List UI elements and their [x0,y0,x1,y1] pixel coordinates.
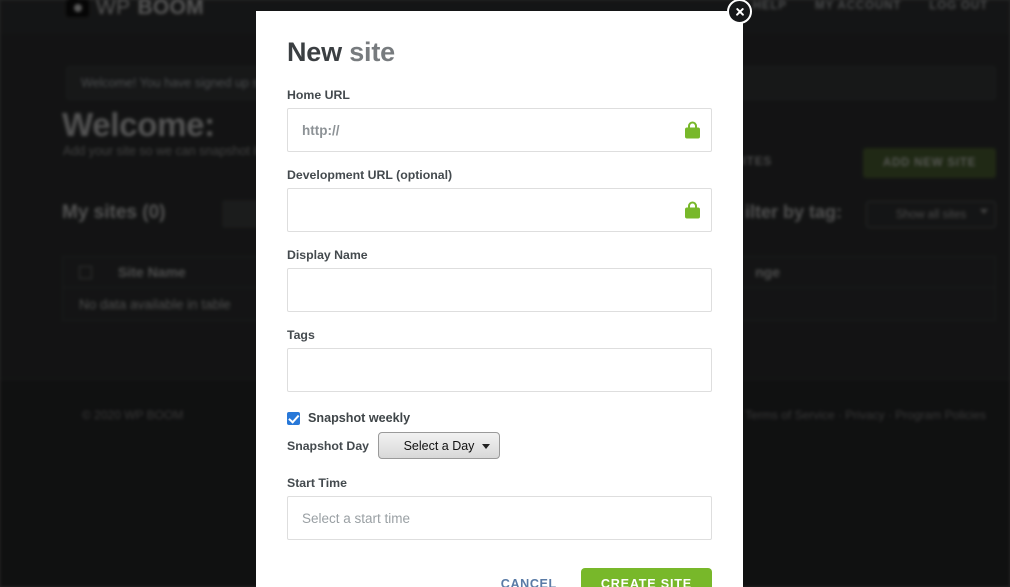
tags-input[interactable] [287,348,712,392]
screen: WP BOOM HELP MY ACCOUNT LOG OUT Welcome!… [0,0,1010,587]
field-development-url: Development URL (optional) [287,168,712,232]
field-home-url: Home URL http:// [287,88,712,152]
tags-label: Tags [287,328,315,342]
home-url-label: Home URL [287,88,350,102]
home-url-input[interactable]: http:// [287,108,712,152]
modal-actions: CANCEL CREATE SITE [287,568,712,587]
snapshot-weekly-row[interactable]: Snapshot weekly [287,411,712,425]
create-site-button[interactable]: CREATE SITE [580,568,712,587]
snapshot-weekly-checkbox[interactable] [287,411,300,425]
snapshot-weekly-label: Snapshot weekly [308,411,411,425]
display-name-input[interactable] [287,268,712,312]
field-tags: Tags [287,328,712,392]
display-name-label: Display Name [287,248,368,262]
start-time-label: Start Time [287,476,347,490]
close-icon[interactable] [727,0,752,24]
development-url-input[interactable] [287,188,712,232]
cancel-button[interactable]: CANCEL [499,573,559,587]
start-time-placeholder: Select a start time [302,510,411,526]
snapshot-day-label: Snapshot Day [287,438,369,453]
lock-icon [685,201,700,219]
field-display-name: Display Name [287,248,712,312]
modal-title-rest: site [349,37,395,67]
start-time-input[interactable]: Select a start time [287,496,712,540]
snapshot-day-select[interactable]: Select a Day [378,432,500,459]
modal-title: New site [287,37,712,68]
field-start-time: Start Time Select a start time [287,476,712,540]
lock-icon [685,121,700,139]
development-url-label: Development URL (optional) [287,168,453,182]
snapshot-day-row: Snapshot Day Select a Day [287,432,712,459]
snapshot-day-value: Select a Day [403,438,475,453]
new-site-modal: New site Home URL http:// Development UR… [256,11,743,587]
chevron-down-icon [482,444,490,449]
modal-title-bold: New [287,37,342,67]
home-url-placeholder: http:// [302,122,340,138]
